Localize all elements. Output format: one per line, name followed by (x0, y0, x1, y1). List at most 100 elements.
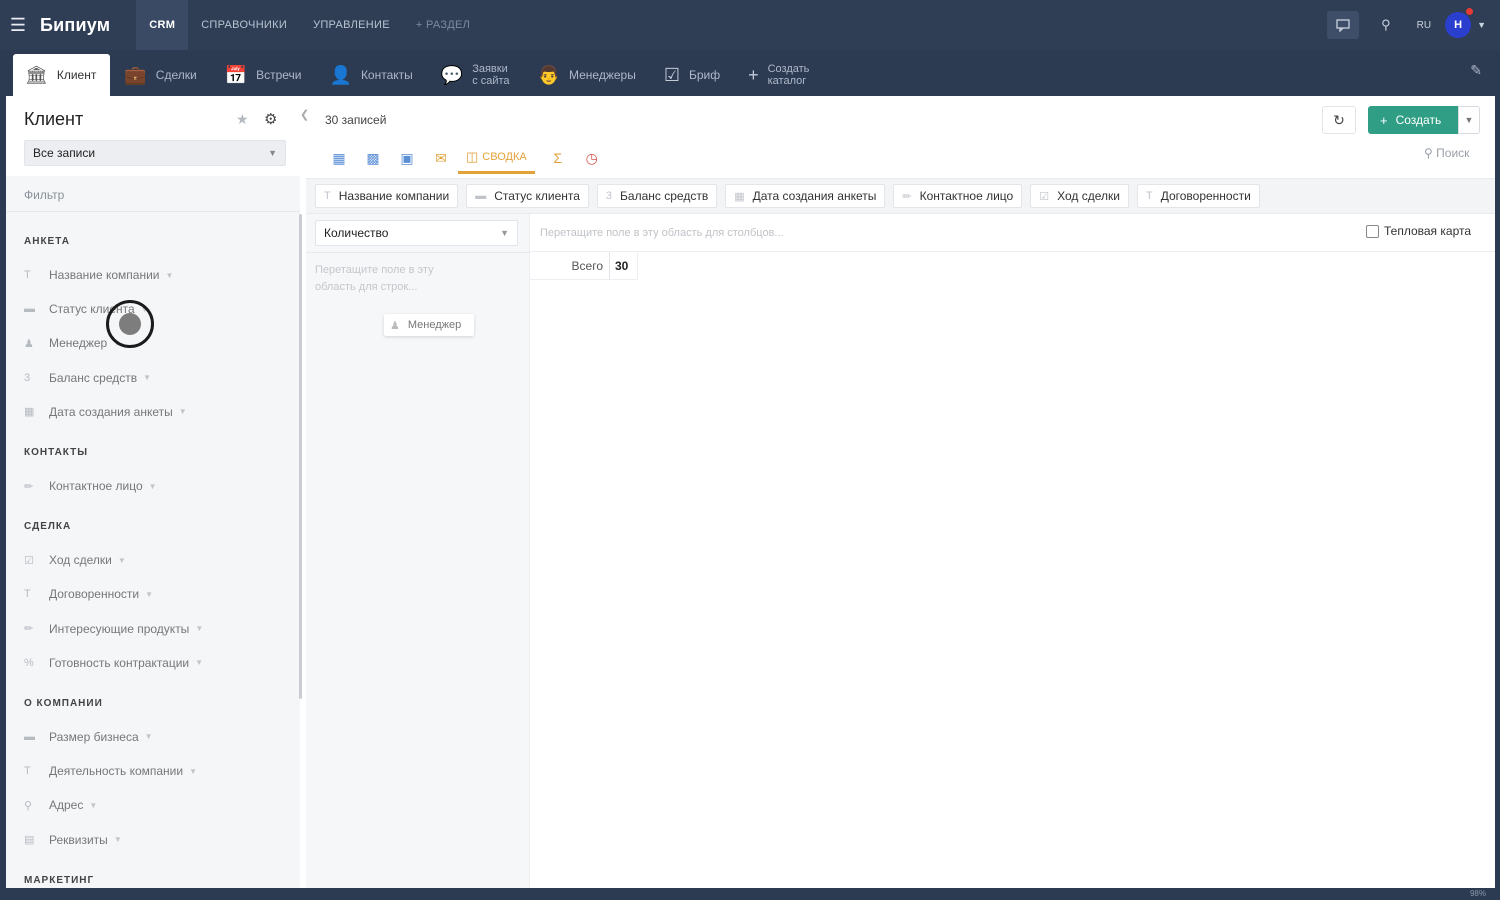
tab-label-line2: каталог (767, 75, 807, 87)
field-contact-person[interactable]: ✏ Контактное лицо ▼ (24, 469, 294, 503)
language-switch[interactable]: RU (1417, 20, 1431, 31)
dragged-field-chip[interactable]: ♟ Менеджер (384, 314, 474, 336)
field-requisites[interactable]: ▤ Реквизиты ▼ (24, 822, 294, 856)
tab-label: Встречи (256, 68, 302, 82)
chat-icon[interactable] (1327, 11, 1360, 39)
star-icon[interactable]: ★ (236, 111, 249, 128)
topnav-references[interactable]: Справочники (188, 0, 300, 50)
tab-contacts[interactable]: 👤 Контакты (318, 54, 427, 96)
main-content: Клиент ★ ⚙ Все записи ▼ Фильтр Анкета TН… (6, 96, 1495, 888)
location-pin-icon[interactable]: ⚲ (1381, 17, 1391, 33)
text-type-icon: T (1145, 190, 1153, 202)
text-type-icon: T (24, 765, 31, 778)
total-label: Всего (530, 252, 610, 280)
tab-deals[interactable]: 💼 Сделки (112, 54, 210, 96)
select-value: Все записи (33, 146, 96, 160)
chat-icon: 💬 (440, 64, 464, 85)
tab-meetings[interactable]: 📅 Встречи (213, 54, 316, 96)
tab-site-requests[interactable]: 💬 Заявки с сайта (429, 54, 524, 96)
heatmap-checkbox[interactable] (1366, 224, 1379, 238)
field-business-size[interactable]: ▬ Размер бизнеса ▼ (24, 720, 294, 754)
tab-create-catalog[interactable]: + Создать каталог (736, 54, 823, 96)
field-agreements[interactable]: T Договоренности ▼ (24, 577, 294, 611)
plus-icon: + (748, 64, 759, 85)
chevron-down-icon: ▼ (500, 228, 509, 238)
chip-client-status[interactable]: ▬ Статус клиента (466, 184, 589, 208)
chip-contact-person[interactable]: ✏ Контактное лицо (893, 184, 1023, 208)
topnav-crm[interactable]: CRM (136, 0, 189, 50)
document-icon: ▤ (24, 834, 35, 847)
gear-icon[interactable]: ⚙ (264, 110, 277, 128)
section-company: О компании (24, 697, 103, 709)
menu-icon[interactable]: ☰ (0, 0, 36, 50)
sigma-icon[interactable]: Σ (541, 142, 575, 174)
tab-pivot[interactable]: ◫ Сводка (458, 142, 535, 174)
field-label: Менеджер (49, 336, 108, 351)
edit-icon[interactable]: ✎ (1470, 62, 1482, 79)
tab-label: Сводка (482, 150, 527, 163)
field-address[interactable]: ⚲ Адрес ▼ (24, 788, 294, 822)
table-view-icon[interactable]: ▦ (322, 142, 356, 174)
tab-label: Заявки с сайта (472, 63, 509, 87)
field-activity[interactable]: T Деятельность компании ▼ (24, 754, 294, 788)
notification-dot (1466, 8, 1474, 15)
calendar-icon: ▦ (24, 406, 35, 419)
chip-created-date[interactable]: ▦ Дата создания анкеты (725, 184, 886, 208)
person-icon: ♟ (24, 337, 34, 350)
filter-link[interactable]: Фильтр (24, 188, 64, 202)
brand-logo[interactable]: Бипиум (40, 15, 110, 36)
create-options-button[interactable]: ▼ (1458, 106, 1480, 134)
chart-view-icon[interactable]: ✉ (424, 142, 458, 174)
tab-client[interactable]: 🏛 Клиент (13, 54, 111, 96)
checklist-icon: ☑ (663, 64, 680, 85)
topnav-add-section[interactable]: + Раздел (403, 0, 483, 50)
heatmap-toggle[interactable]: Тепловая карта (1366, 224, 1471, 238)
field-deal-progress[interactable]: ☑ Ход сделки ▼ (24, 543, 294, 577)
topnav-management[interactable]: Управление (300, 0, 403, 50)
refresh-button[interactable]: ↻ (1322, 106, 1356, 134)
manager-icon: 👨 (537, 64, 560, 85)
tab-managers[interactable]: 👨 Менеджеры (526, 54, 650, 96)
calendar-view-icon[interactable]: ▣ (390, 142, 424, 174)
pivot-table: Всего 30 (530, 252, 638, 280)
history-icon[interactable]: ◷ (575, 142, 609, 174)
field-created-date[interactable]: ▦ Дата создания анкеты ▼ (24, 395, 294, 429)
chevron-down-icon: ▼ (143, 373, 152, 383)
rows-drop-zone[interactable]: Перетащите поле в эту область для строк.… (315, 262, 465, 296)
chip-label: Название компании (338, 189, 450, 203)
chip-label: Контактное лицо (919, 189, 1014, 203)
chevron-down-icon: ▼ (145, 589, 154, 599)
field-label: Баланс средств (49, 370, 138, 385)
person-icon: ♟ (390, 319, 400, 332)
field-products[interactable]: ✏ Интересующие продукты ▼ (24, 612, 294, 646)
avatar[interactable]: Н (1445, 8, 1474, 38)
field-balance[interactable]: 3 Баланс средств ▼ (24, 361, 294, 395)
field-client-status[interactable]: ▬ Статус клиента ▼ (24, 292, 294, 326)
chevron-down-icon[interactable]: ▼ (1477, 20, 1486, 30)
field-label: Дата создания анкеты (49, 404, 173, 419)
tiles-view-icon[interactable]: ▩ (356, 142, 390, 174)
scrollbar[interactable] (299, 214, 302, 699)
field-manager[interactable]: ♟ Менеджер ▼ (24, 326, 294, 360)
field-company-name[interactable]: T Название компании ▼ (24, 258, 294, 292)
tab-label: Сделки (155, 68, 197, 82)
pivot-icon: ◫ (466, 148, 479, 164)
field-readiness[interactable]: % Готовность контрактации ▼ (24, 646, 294, 680)
bottom-strip (0, 888, 1500, 900)
tab-brief[interactable]: ☑ Бриф (652, 54, 734, 96)
search-link[interactable]: ⚲ Поиск (1424, 146, 1469, 160)
chevron-down-icon: ▼ (268, 148, 277, 158)
records-filter-select[interactable]: Все записи ▼ (24, 140, 286, 166)
create-button[interactable]: + Создать (1368, 106, 1458, 134)
catalog-tabs: 🏛 Клиент 💼 Сделки 📅 Встречи 👤 Контакты 💬… (0, 50, 1500, 96)
columns-drop-zone[interactable]: Перетащите поле в эту область для столбц… (530, 214, 1495, 252)
chip-balance[interactable]: 3 Баланс средств (596, 184, 718, 208)
chip-deal-progress[interactable]: ☑ Ход сделки (1030, 184, 1129, 208)
tab-label: Менеджеры (568, 68, 636, 82)
chip-agreements[interactable]: T Договоренности (1136, 184, 1260, 208)
total-value: 30 (610, 252, 638, 280)
measure-select[interactable]: Количество ▼ (315, 220, 518, 246)
chip-company-name[interactable]: T Название компании (315, 184, 459, 208)
collapse-panel-icon[interactable]: ❮ (300, 108, 312, 130)
